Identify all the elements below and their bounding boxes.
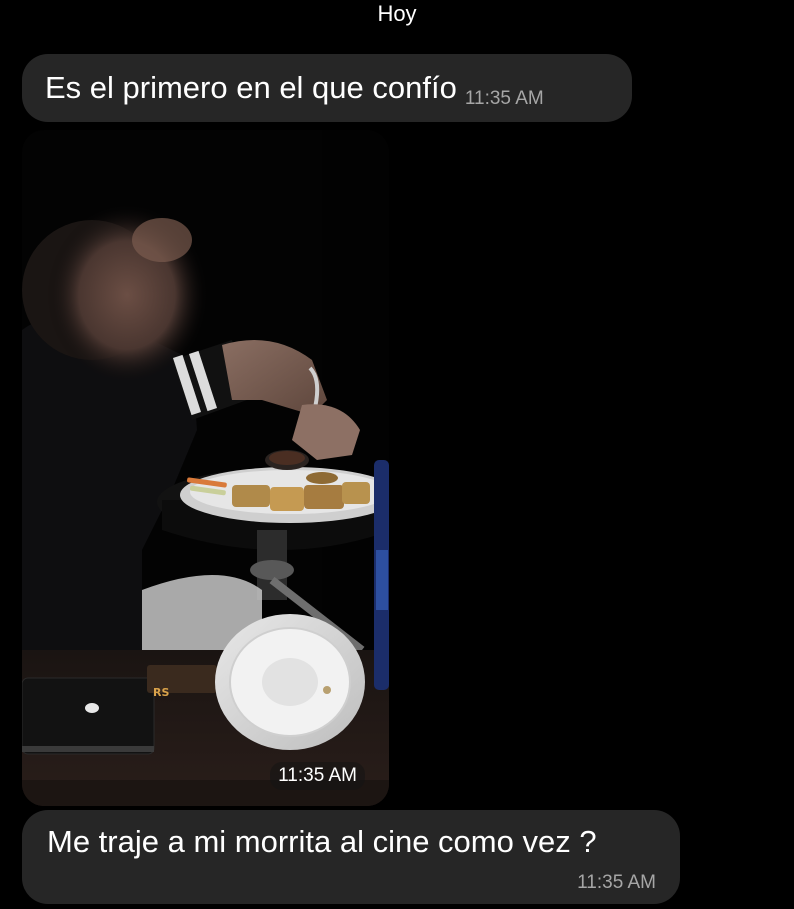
photo-image: RS (22, 130, 389, 806)
photo-timestamp: 11:35 AM (270, 762, 365, 790)
message-timestamp: 11:35 AM (577, 872, 656, 893)
date-header: Hoy (377, 1, 417, 26)
svg-text:RS: RS (153, 686, 169, 699)
message-timestamp: 11:35 AM (464, 88, 544, 109)
message-bubble[interactable]: Es el primero en el que confío 11:35 AM (22, 54, 632, 122)
message-bubble[interactable]: Me traje a mi morrita al cine como vez ?… (22, 810, 680, 904)
photo-message[interactable]: RS 11:35 AM (22, 130, 389, 806)
message-text: Es el primero en el que confío (45, 70, 457, 105)
message-text: Me traje a mi morrita al cine como vez ? (47, 824, 597, 859)
